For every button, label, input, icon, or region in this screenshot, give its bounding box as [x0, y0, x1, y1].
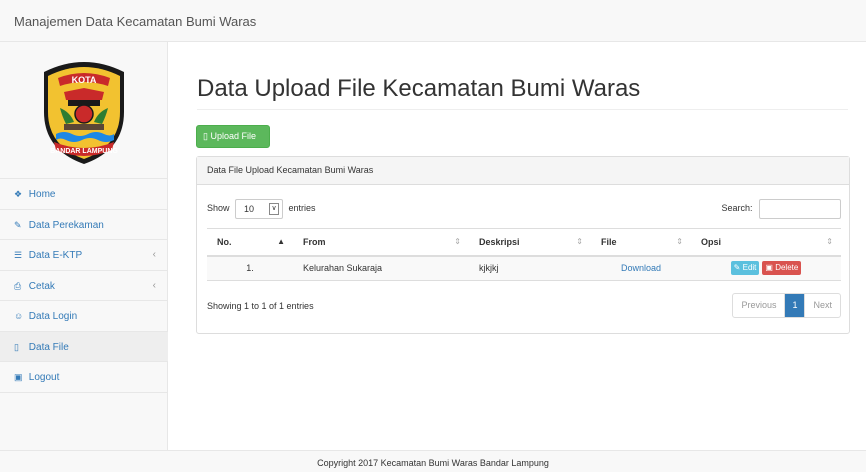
- download-link[interactable]: Download: [621, 263, 661, 273]
- file-upload-panel: Data File Upload Kecamatan Bumi Waras Sh…: [196, 156, 850, 334]
- print-icon: ⎙: [14, 280, 22, 291]
- entries-per-page-select[interactable]: 10 ∨: [235, 198, 284, 219]
- chevron-down-icon: ∨: [269, 202, 280, 215]
- column-header-label: Opsi: [701, 236, 722, 247]
- title-divider: [197, 109, 848, 110]
- sidebar-item-label: Data Perekaman: [28, 219, 104, 231]
- column-header-label: File: [601, 236, 617, 247]
- column-header-opsi[interactable]: Opsi ⇕: [691, 228, 841, 257]
- sidebar-item-logout[interactable]: ▣ Logout: [0, 362, 168, 393]
- cell-from: Kelurahan Sukaraja: [293, 255, 469, 281]
- sidebar-item-data-file[interactable]: ▯ Data File: [0, 331, 168, 362]
- entries-length-control: Show 10 ∨ entries: [207, 198, 316, 219]
- pagination-previous-button[interactable]: Previous: [733, 294, 786, 317]
- search-label: Search:: [721, 203, 753, 213]
- logo-area: KOTA BANDAR LAMPUNG: [0, 42, 168, 179]
- sort-ascending-icon: ▲: [277, 237, 285, 246]
- panel-heading: Data File Upload Kecamatan Bumi Waras: [197, 157, 849, 185]
- column-header-file[interactable]: File ⇕: [591, 228, 691, 257]
- column-header-from[interactable]: From ⇕: [293, 228, 469, 257]
- table-info: Showing 1 to 1 of 1 entries: [207, 301, 314, 311]
- sidebar-item-cetak[interactable]: ⎙ Cetak ‹: [0, 271, 168, 301]
- sidebar-item-data-perekaman[interactable]: ✎ Data Perekaman: [0, 210, 168, 240]
- column-header-label: From: [303, 236, 326, 247]
- copyright-text: Copyright 2017 Kecamatan Bumi Waras Band…: [317, 458, 549, 468]
- file-icon: ▯: [14, 341, 19, 352]
- sort-icon: ⇕: [576, 237, 583, 246]
- sidebar-item-data-ektp[interactable]: ☰ Data E-KTP ‹: [0, 240, 168, 271]
- sidebar: KOTA BANDAR LAMPUNG ❖ Home ✎ Data Pereka…: [0, 42, 168, 450]
- dashboard-icon: ❖: [14, 189, 23, 199]
- entries-label: entries: [288, 203, 316, 213]
- page-title: Data Upload File Kecamatan Bumi Waras: [197, 75, 641, 102]
- sort-icon: ⇕: [676, 237, 683, 246]
- edit-icon: ✎: [14, 219, 22, 230]
- file-table: No. ▲ From ⇕ Deskripsi ⇕ File ⇕ Opsi ⇕ 1…: [207, 228, 841, 281]
- user-icon: ☺: [14, 311, 24, 321]
- sidebar-item-label: Logout: [28, 372, 60, 383]
- sidebar-item-label: Cetak: [28, 280, 55, 292]
- table-search: Search:: [721, 198, 841, 219]
- edit-icon: ✎: [733, 263, 741, 273]
- sort-icon: ⇕: [454, 237, 461, 246]
- chevron-left-icon: ‹: [152, 279, 156, 291]
- search-input[interactable]: [759, 198, 841, 219]
- upload-file-button[interactable]: ▯ Upload File: [196, 125, 270, 148]
- table-icon: ☰: [14, 250, 23, 260]
- cell-opsi: ✎ Edit ▣ Delete: [691, 255, 841, 281]
- column-header-label: Deskripsi: [479, 236, 520, 247]
- pagination-next-button[interactable]: Next: [805, 294, 840, 317]
- sidebar-item-home[interactable]: ❖ Home: [0, 179, 168, 210]
- upload-file-label: Upload File: [210, 131, 256, 141]
- logo-bottom-text: BANDAR LAMPUNG: [50, 148, 118, 155]
- delete-button-label: Delete: [775, 263, 799, 273]
- cell-deskripsi: kjkjkj: [469, 255, 591, 281]
- top-navbar: Manajemen Data Kecamatan Bumi Waras: [0, 0, 866, 42]
- table-header-row: No. ▲ From ⇕ Deskripsi ⇕ File ⇕ Opsi ⇕: [207, 228, 841, 257]
- cell-file: Download: [591, 255, 691, 281]
- lock-icon: ▣: [14, 372, 23, 382]
- sidebar-item-label: Home: [28, 189, 56, 200]
- sort-icon: ⇕: [826, 237, 833, 246]
- edit-button[interactable]: ✎ Edit: [730, 261, 760, 276]
- main-content: Data Upload File Kecamatan Bumi Waras ▯ …: [168, 42, 866, 450]
- navbar-brand[interactable]: Manajemen Data Kecamatan Bumi Waras: [14, 14, 256, 29]
- entries-per-page-value: 10: [244, 203, 255, 214]
- column-header-no[interactable]: No. ▲: [207, 228, 293, 257]
- sidebar-menu: ❖ Home ✎ Data Perekaman ☰ Data E-KTP ‹ ⎙…: [0, 179, 168, 393]
- chevron-left-icon: ‹: [152, 249, 156, 260]
- edit-button-label: Edit: [742, 263, 757, 273]
- pagination-page-button[interactable]: 1: [785, 294, 806, 317]
- file-icon: ▯: [203, 131, 208, 141]
- logo-top-text: KOTA: [72, 75, 97, 85]
- cell-no: 1.: [207, 255, 293, 281]
- table-row: 1. Kelurahan Sukaraja kjkjkj Download ✎ …: [207, 255, 841, 281]
- sidebar-item-label: Data File: [28, 341, 69, 353]
- sidebar-item-label: Data E-KTP: [28, 250, 83, 261]
- sidebar-item-label: Data Login: [28, 311, 78, 322]
- column-header-deskripsi[interactable]: Deskripsi ⇕: [469, 228, 591, 257]
- city-emblem-logo: KOTA BANDAR LAMPUNG: [44, 62, 124, 164]
- show-label: Show: [207, 203, 230, 213]
- sidebar-item-data-login[interactable]: ☺ Data Login: [0, 301, 168, 332]
- trash-icon: ▣: [765, 263, 773, 273]
- footer: Copyright 2017 Kecamatan Bumi Waras Band…: [0, 450, 866, 472]
- delete-button[interactable]: ▣ Delete: [762, 261, 802, 276]
- pagination: Previous 1 Next: [732, 293, 841, 318]
- column-header-label: No.: [217, 236, 232, 247]
